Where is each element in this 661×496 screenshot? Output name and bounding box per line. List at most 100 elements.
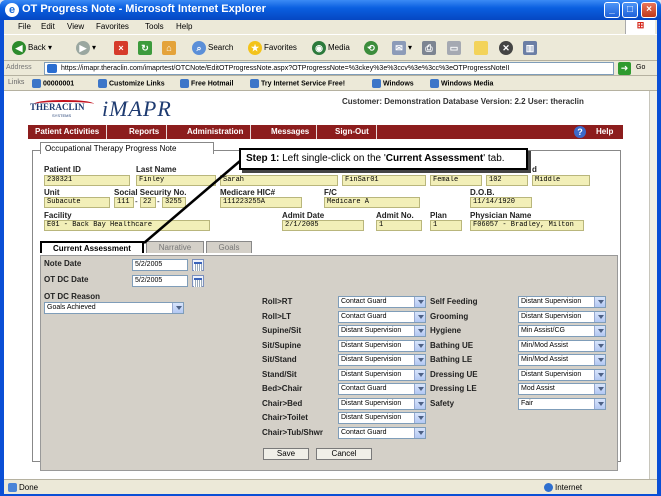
callout-text: Left single-click on the '	[279, 153, 386, 164]
forward-button[interactable]: ▶ ▾	[76, 40, 96, 56]
forward-arrow-icon: ▶	[76, 40, 90, 55]
menu-favorites[interactable]: Favorites	[96, 22, 129, 31]
research-button[interactable]: ▥	[523, 40, 539, 56]
chevron-down-icon	[594, 326, 605, 336]
note-date-input[interactable]: 5/2/2005	[132, 259, 188, 271]
selfcare-select[interactable]: Min/Mod Assist	[518, 339, 606, 352]
selfcare-label: Hygiene	[430, 326, 462, 335]
mobility-select[interactable]: Distant Supervision	[338, 397, 426, 410]
chevron-down-icon	[414, 427, 425, 438]
ot-dc-reason-label: OT DC Reason	[44, 292, 101, 301]
patient-id-field: 230321	[44, 175, 130, 186]
mobility-select[interactable]: Distant Supervision	[338, 354, 426, 366]
mobility-select[interactable]: Contact Guard	[338, 426, 426, 439]
research-icon: ▥	[523, 40, 537, 55]
messenger-button[interactable]: ✕	[499, 40, 515, 56]
nav-reports[interactable]: Reports	[122, 125, 168, 139]
nav-patient-activities[interactable]: Patient Activities	[28, 125, 108, 139]
callout-text-end: ' tab.	[483, 153, 505, 164]
ssn-part1: 111	[114, 197, 134, 208]
go-button[interactable]: Go	[636, 64, 645, 71]
status-zone: Internet	[544, 483, 582, 493]
plan-field: 1	[430, 220, 462, 231]
mobility-select[interactable]: Contact Guard	[338, 310, 426, 323]
windows-logo-icon: ⊞	[625, 20, 655, 34]
maximize-button[interactable]: □	[622, 2, 638, 18]
help-link[interactable]: Help	[596, 125, 613, 139]
back-label: Back	[28, 43, 46, 52]
mobility-select[interactable]: Distant Supervision	[338, 412, 426, 424]
save-button[interactable]: Save	[263, 448, 309, 460]
link-windows-media[interactable]: Windows Media	[430, 79, 493, 88]
app-logo: THERACLIN SYSTEMS iMAPR	[30, 96, 190, 122]
print-button[interactable]: ⎙	[422, 40, 438, 56]
mail-button[interactable]: ✉ ▾	[392, 40, 412, 56]
ot-dc-reason-select[interactable]: Goals Achieved	[44, 302, 184, 314]
cancel-button[interactable]: Cancel	[316, 448, 372, 460]
unit-label: Unit	[44, 188, 60, 197]
ot-dc-date-input[interactable]: 5/2/2005	[132, 275, 188, 287]
mobility-select[interactable]: Contact Guard	[338, 383, 426, 395]
selfcare-select[interactable]: Distant Supervision	[518, 310, 606, 323]
scrollbar[interactable]	[649, 91, 657, 479]
link-icon	[180, 79, 189, 88]
nav-messages[interactable]: Messages	[264, 125, 318, 139]
address-input[interactable]: https://imapr.theraclin.com/imaprtest/OT…	[44, 62, 614, 75]
callout-target: Current Assessment	[385, 153, 484, 164]
link-free-hotmail[interactable]: Free Hotmail	[180, 79, 233, 88]
selfcare-select[interactable]: Fair	[518, 397, 606, 410]
selfcare-label: Dressing UE	[430, 369, 478, 379]
history-button[interactable]: ⟲	[364, 40, 380, 56]
favorites-button[interactable]: ★ Favorites	[248, 40, 297, 56]
minimize-button[interactable]: _	[604, 2, 620, 18]
mobility-value: Distant Supervision	[341, 370, 402, 378]
link-try-internet[interactable]: Try Internet Service Free!	[250, 79, 345, 88]
nav-sign-out[interactable]: Sign-Out	[328, 125, 377, 139]
tab-current-assessment[interactable]: Current Assessment	[40, 241, 144, 253]
mobility-select[interactable]: Distant Supervision	[338, 368, 426, 381]
selfcare-label: Bathing UE	[430, 340, 474, 350]
selfcare-select[interactable]: Min/Mod Assist	[518, 354, 606, 366]
chevron-down-icon	[414, 340, 425, 351]
note-date-label: Note Date	[44, 259, 82, 268]
back-button[interactable]: ◀ Back ▾	[12, 40, 52, 56]
link-windows[interactable]: Windows	[372, 79, 414, 88]
status-done: Done	[8, 483, 38, 493]
menu-file[interactable]: File	[18, 22, 31, 31]
menu-help[interactable]: Help	[176, 22, 192, 31]
selfcare-select[interactable]: Min Assist/CG	[518, 325, 606, 337]
search-button[interactable]: ⌕ Search	[192, 40, 233, 56]
selfcare-select[interactable]: Distant Supervision	[518, 296, 606, 308]
close-button[interactable]: ×	[641, 2, 657, 18]
mobility-value: Contact Guard	[341, 312, 387, 320]
link-icon	[430, 79, 439, 88]
calendar-icon[interactable]	[192, 259, 204, 271]
stop-button[interactable]: ×	[114, 40, 130, 56]
ssn-dash: -	[135, 197, 138, 206]
discuss-button[interactable]	[474, 40, 490, 56]
menu-tools[interactable]: Tools	[145, 22, 164, 31]
address-url: https://imapr.theraclin.com/imaprtest/OT…	[61, 65, 510, 72]
calendar-icon[interactable]	[192, 275, 204, 287]
edit-button[interactable]: ▭	[447, 40, 463, 56]
selfcare-select[interactable]: Mod Assist	[518, 383, 606, 395]
link-customize-links[interactable]: Customize Links	[98, 79, 165, 88]
mobility-select[interactable]: Contact Guard	[338, 296, 426, 308]
link-00000001[interactable]: 00000001	[32, 79, 74, 88]
chevron-down-icon	[594, 355, 605, 365]
refresh-icon: ↻	[138, 40, 152, 55]
search-label: Search	[208, 43, 234, 52]
edit-icon: ▭	[447, 40, 461, 55]
help-icon[interactable]: ?	[574, 126, 586, 138]
selfcare-select[interactable]: Distant Supervision	[518, 368, 606, 381]
menu-edit[interactable]: Edit	[41, 22, 55, 31]
menu-view[interactable]: View	[67, 22, 84, 31]
stop-icon: ×	[114, 40, 128, 55]
go-arrow-icon[interactable]: ➜	[618, 62, 631, 75]
media-button[interactable]: ◉ Media	[312, 40, 350, 56]
nav-administration[interactable]: Administration	[180, 125, 252, 139]
mobility-select[interactable]: Distant Supervision	[338, 325, 426, 337]
home-button[interactable]: ⌂	[162, 40, 178, 56]
mobility-select[interactable]: Distant Supervision	[338, 339, 426, 352]
refresh-button[interactable]: ↻	[138, 40, 154, 56]
